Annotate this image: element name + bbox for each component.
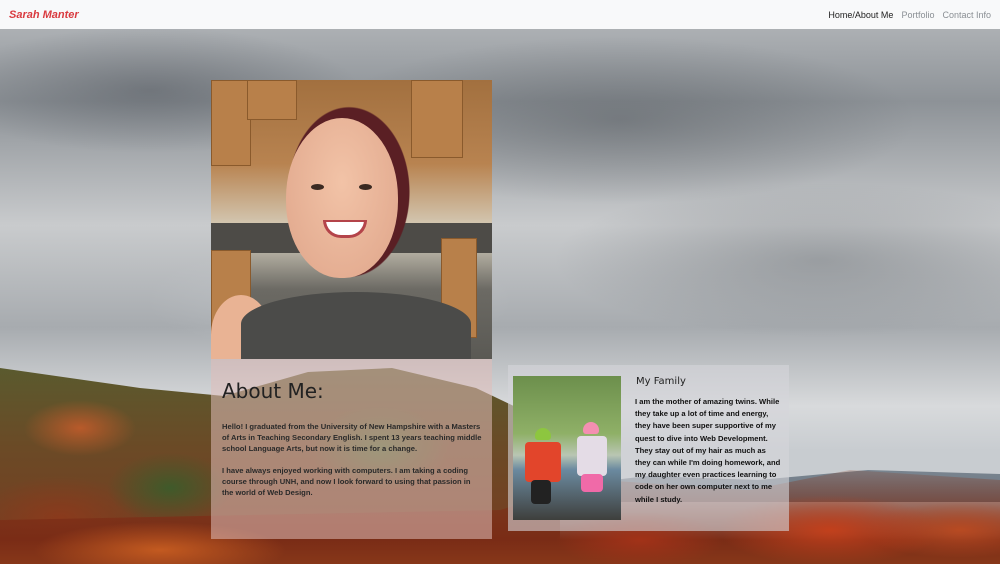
family-text: I am the mother of amazing twins. While … (635, 397, 781, 504)
about-panel: About Me: Hello! I graduated from the Un… (211, 359, 492, 539)
profile-photo (211, 80, 492, 359)
helmet (583, 422, 599, 434)
about-paragraph: I have always enjoyed working with compu… (222, 466, 471, 497)
child-red-shirt (525, 442, 561, 482)
eye (311, 184, 324, 190)
about-heading: About Me: (222, 379, 324, 403)
background-landscape (0, 0, 1000, 564)
nav-home-about[interactable]: Home/About Me (828, 10, 893, 20)
brand-link[interactable]: Sarah Manter (9, 9, 79, 21)
about-paragraph: Hello! I graduated from the University o… (222, 422, 482, 453)
nav-links: Home/About Me Portfolio Contact Info (828, 10, 991, 20)
navbar: Sarah Manter Home/About Me Portfolio Con… (0, 0, 1000, 29)
cabinet (211, 80, 251, 166)
child-white-shirt (577, 436, 607, 476)
family-photo (513, 376, 621, 520)
eye (359, 184, 372, 190)
family-card: My Family I am the mother of amazing twi… (508, 365, 789, 531)
nav-portfolio[interactable]: Portfolio (901, 10, 934, 20)
child-shorts (531, 480, 551, 504)
face (286, 118, 398, 278)
clothing (241, 292, 471, 359)
nav-contact-info[interactable]: Contact Info (942, 10, 991, 20)
helmet (535, 428, 551, 440)
child-pink-shorts (581, 474, 603, 492)
family-title: My Family (636, 376, 686, 387)
